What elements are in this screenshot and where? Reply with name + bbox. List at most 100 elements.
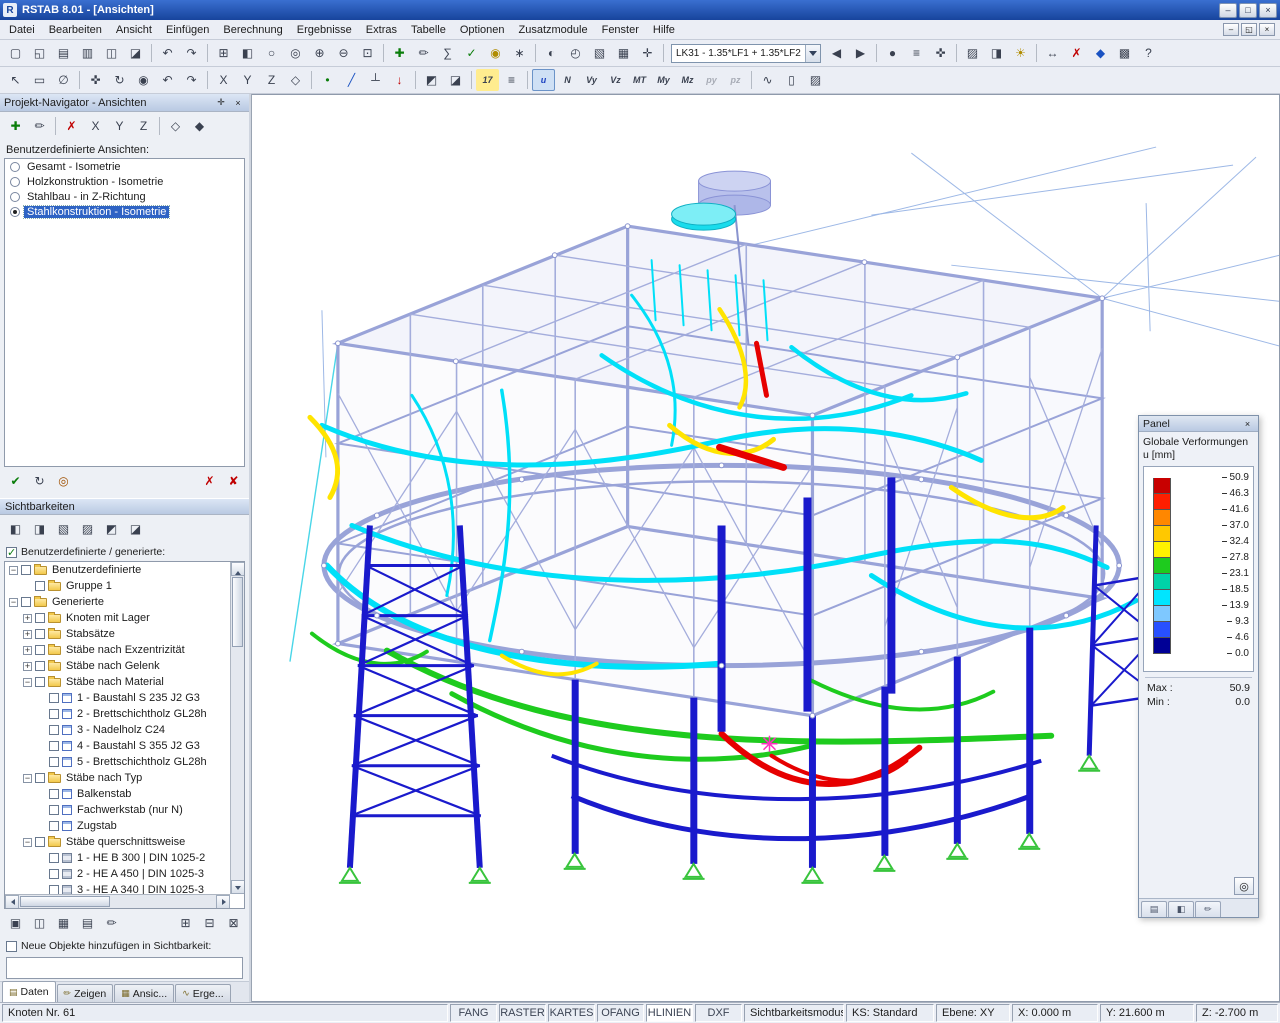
tree-checkbox[interactable]: [35, 645, 45, 655]
visibility-by-window-button[interactable]: ◧: [4, 518, 27, 540]
edit-load-case-button[interactable]: ✏: [412, 42, 435, 64]
panel-tab-filter[interactable]: ✏: [1195, 901, 1221, 917]
model-3d-view[interactable]: Panel × Globale Verformungen u [mm] 50.9…: [252, 94, 1280, 1002]
menu-item[interactable]: Datei: [2, 20, 42, 39]
intersection-mode-button[interactable]: ▦: [52, 912, 75, 934]
normal-force-toggle[interactable]: N: [556, 69, 579, 91]
toolbar-button[interactable]: [1033, 42, 1040, 64]
mdi-close-button[interactable]: ×: [1259, 23, 1275, 36]
expander-icon[interactable]: [23, 661, 32, 671]
navigator-toolbar-button[interactable]: [52, 115, 59, 137]
tree-item[interactable]: Stäbe nach Material: [5, 674, 230, 690]
tree-item[interactable]: Stäbe nach Exzentrizität: [5, 642, 230, 658]
tree-item[interactable]: 2 - HE A 450 | DIN 1025-3: [5, 866, 230, 882]
menu-item[interactable]: Optionen: [453, 20, 512, 39]
view-in-z-button[interactable]: Z: [260, 69, 283, 91]
print-button[interactable]: ▥: [76, 42, 99, 64]
radio-icon[interactable]: [10, 206, 20, 217]
print-graphic-button[interactable]: ▨: [804, 69, 827, 91]
show-results-button[interactable]: ◉: [484, 42, 507, 64]
load-case-combobox[interactable]: LK31 - 1.35*LF1 + 1.35*LF2: [671, 43, 821, 63]
delete-results-button[interactable]: ✗: [1065, 42, 1088, 64]
tree-checkbox[interactable]: [49, 821, 59, 831]
deformation-toggle[interactable]: u: [532, 69, 555, 91]
toolbar-button[interactable]: [748, 69, 755, 91]
zoom-window-button[interactable]: ◎: [284, 42, 307, 64]
select-pointer-button[interactable]: ↖: [4, 69, 27, 91]
menu-item[interactable]: Fenster: [595, 20, 646, 39]
new-member-button[interactable]: ╱: [340, 69, 363, 91]
radio-icon[interactable]: [10, 191, 20, 202]
panel-toggle-button[interactable]: ▯: [780, 69, 803, 91]
navigator-tab[interactable]: ▦ Ansic...: [114, 984, 175, 1002]
navigator-delete-view-button[interactable]: ✗: [60, 115, 83, 137]
tree-checkbox[interactable]: [49, 789, 59, 799]
new-support-button[interactable]: ┴: [364, 69, 387, 91]
previous-view-button[interactable]: ↶: [156, 69, 179, 91]
menu-item[interactable]: Bearbeiten: [42, 20, 109, 39]
new-load-case-button[interactable]: ✚: [388, 42, 411, 64]
tree-checkbox[interactable]: [49, 885, 59, 894]
navigator-tab[interactable]: ▤ Daten: [2, 981, 56, 1002]
zoom-in-button[interactable]: ⊕: [308, 42, 331, 64]
load-case-display-button[interactable]: 17: [476, 69, 499, 91]
lighting-button[interactable]: ☀: [1009, 42, 1032, 64]
expander-icon[interactable]: [9, 597, 18, 607]
invert-selection-button[interactable]: ◫: [28, 912, 51, 934]
tree-item[interactable]: 4 - Baustahl S 355 J2 G3: [5, 738, 230, 754]
visibility-reset-button[interactable]: ◪: [124, 518, 147, 540]
toolbar-button[interactable]: [468, 69, 475, 91]
show-all-button[interactable]: ⊡: [356, 42, 379, 64]
tree-item[interactable]: 3 - Nadelholz C24: [5, 722, 230, 738]
status-toggle[interactable]: RASTER: [499, 1004, 546, 1022]
display-properties-button[interactable]: ▨: [961, 42, 984, 64]
view-option[interactable]: Holzkonstruktion - Isometrie: [5, 174, 244, 189]
undo-button[interactable]: ↶: [156, 42, 179, 64]
tree-item[interactable]: 1 - Baustahl S 235 J2 G3: [5, 690, 230, 706]
show-view-button[interactable]: ✔: [4, 470, 27, 492]
menu-item[interactable]: Einfügen: [159, 20, 216, 39]
modules-button[interactable]: ◆: [1089, 42, 1112, 64]
work-plane-button[interactable]: ▧: [588, 42, 611, 64]
check-model-button[interactable]: ✓: [460, 42, 483, 64]
standard-views-button[interactable]: ◴: [564, 42, 587, 64]
tree-item[interactable]: Stäbe querschnittsweise: [5, 834, 230, 850]
toolbar-button[interactable]: [660, 42, 667, 64]
render-mode-button[interactable]: ◨: [985, 42, 1008, 64]
tree-checkbox[interactable]: [35, 661, 45, 671]
scroll-up-icon[interactable]: [231, 562, 244, 576]
navigator-view-isometric-button[interactable]: ◇: [164, 115, 187, 137]
zoom-out-button[interactable]: ⊖: [332, 42, 355, 64]
toolbar-button[interactable]: [412, 69, 419, 91]
new-load-button[interactable]: ↓: [388, 69, 411, 91]
navigator-tab[interactable]: ✏ Zeigen: [56, 984, 114, 1002]
result-diagrams-button[interactable]: ∿: [756, 69, 779, 91]
expander-icon[interactable]: [23, 613, 32, 623]
table-settings-button[interactable]: ⊠: [222, 912, 245, 934]
navigator-edit-view-button[interactable]: ✏: [28, 115, 51, 137]
tree-item[interactable]: Fachwerkstab (nur N): [5, 802, 230, 818]
menu-item[interactable]: Ergebnisse: [290, 20, 359, 39]
xyz-coordinates-button[interactable]: ✜: [929, 42, 952, 64]
view-in-y-button[interactable]: Y: [236, 69, 259, 91]
tree-item[interactable]: 1 - HE B 300 | DIN 1025-2: [5, 850, 230, 866]
navigator-toolbar-button[interactable]: [156, 115, 163, 137]
toolbar-button[interactable]: [76, 69, 83, 91]
clipping-plane-button[interactable]: ◪: [444, 69, 467, 91]
camera-button[interactable]: ◐: [540, 42, 563, 64]
toolbar-button[interactable]: [380, 42, 387, 64]
mdi-restore-button[interactable]: ◱: [1241, 23, 1257, 36]
refresh-view-button[interactable]: ↻: [28, 470, 51, 492]
user-defined-visibility-button[interactable]: ▣: [4, 912, 27, 934]
tree-item[interactable]: Stäbe nach Gelenk: [5, 658, 230, 674]
select-window-button[interactable]: ▭: [28, 69, 51, 91]
navigator-view-x-button[interactable]: X: [84, 115, 107, 137]
expander-icon[interactable]: [23, 629, 32, 639]
isometric-view-button[interactable]: ◇: [284, 69, 307, 91]
open-tables-button[interactable]: ⊞: [212, 42, 235, 64]
moment-my-toggle[interactable]: My: [652, 69, 675, 91]
tree-checkbox[interactable]: [49, 741, 59, 751]
print-preview-button[interactable]: ◫: [100, 42, 123, 64]
view-in-x-button[interactable]: X: [212, 69, 235, 91]
minimize-button[interactable]: –: [1219, 2, 1237, 18]
